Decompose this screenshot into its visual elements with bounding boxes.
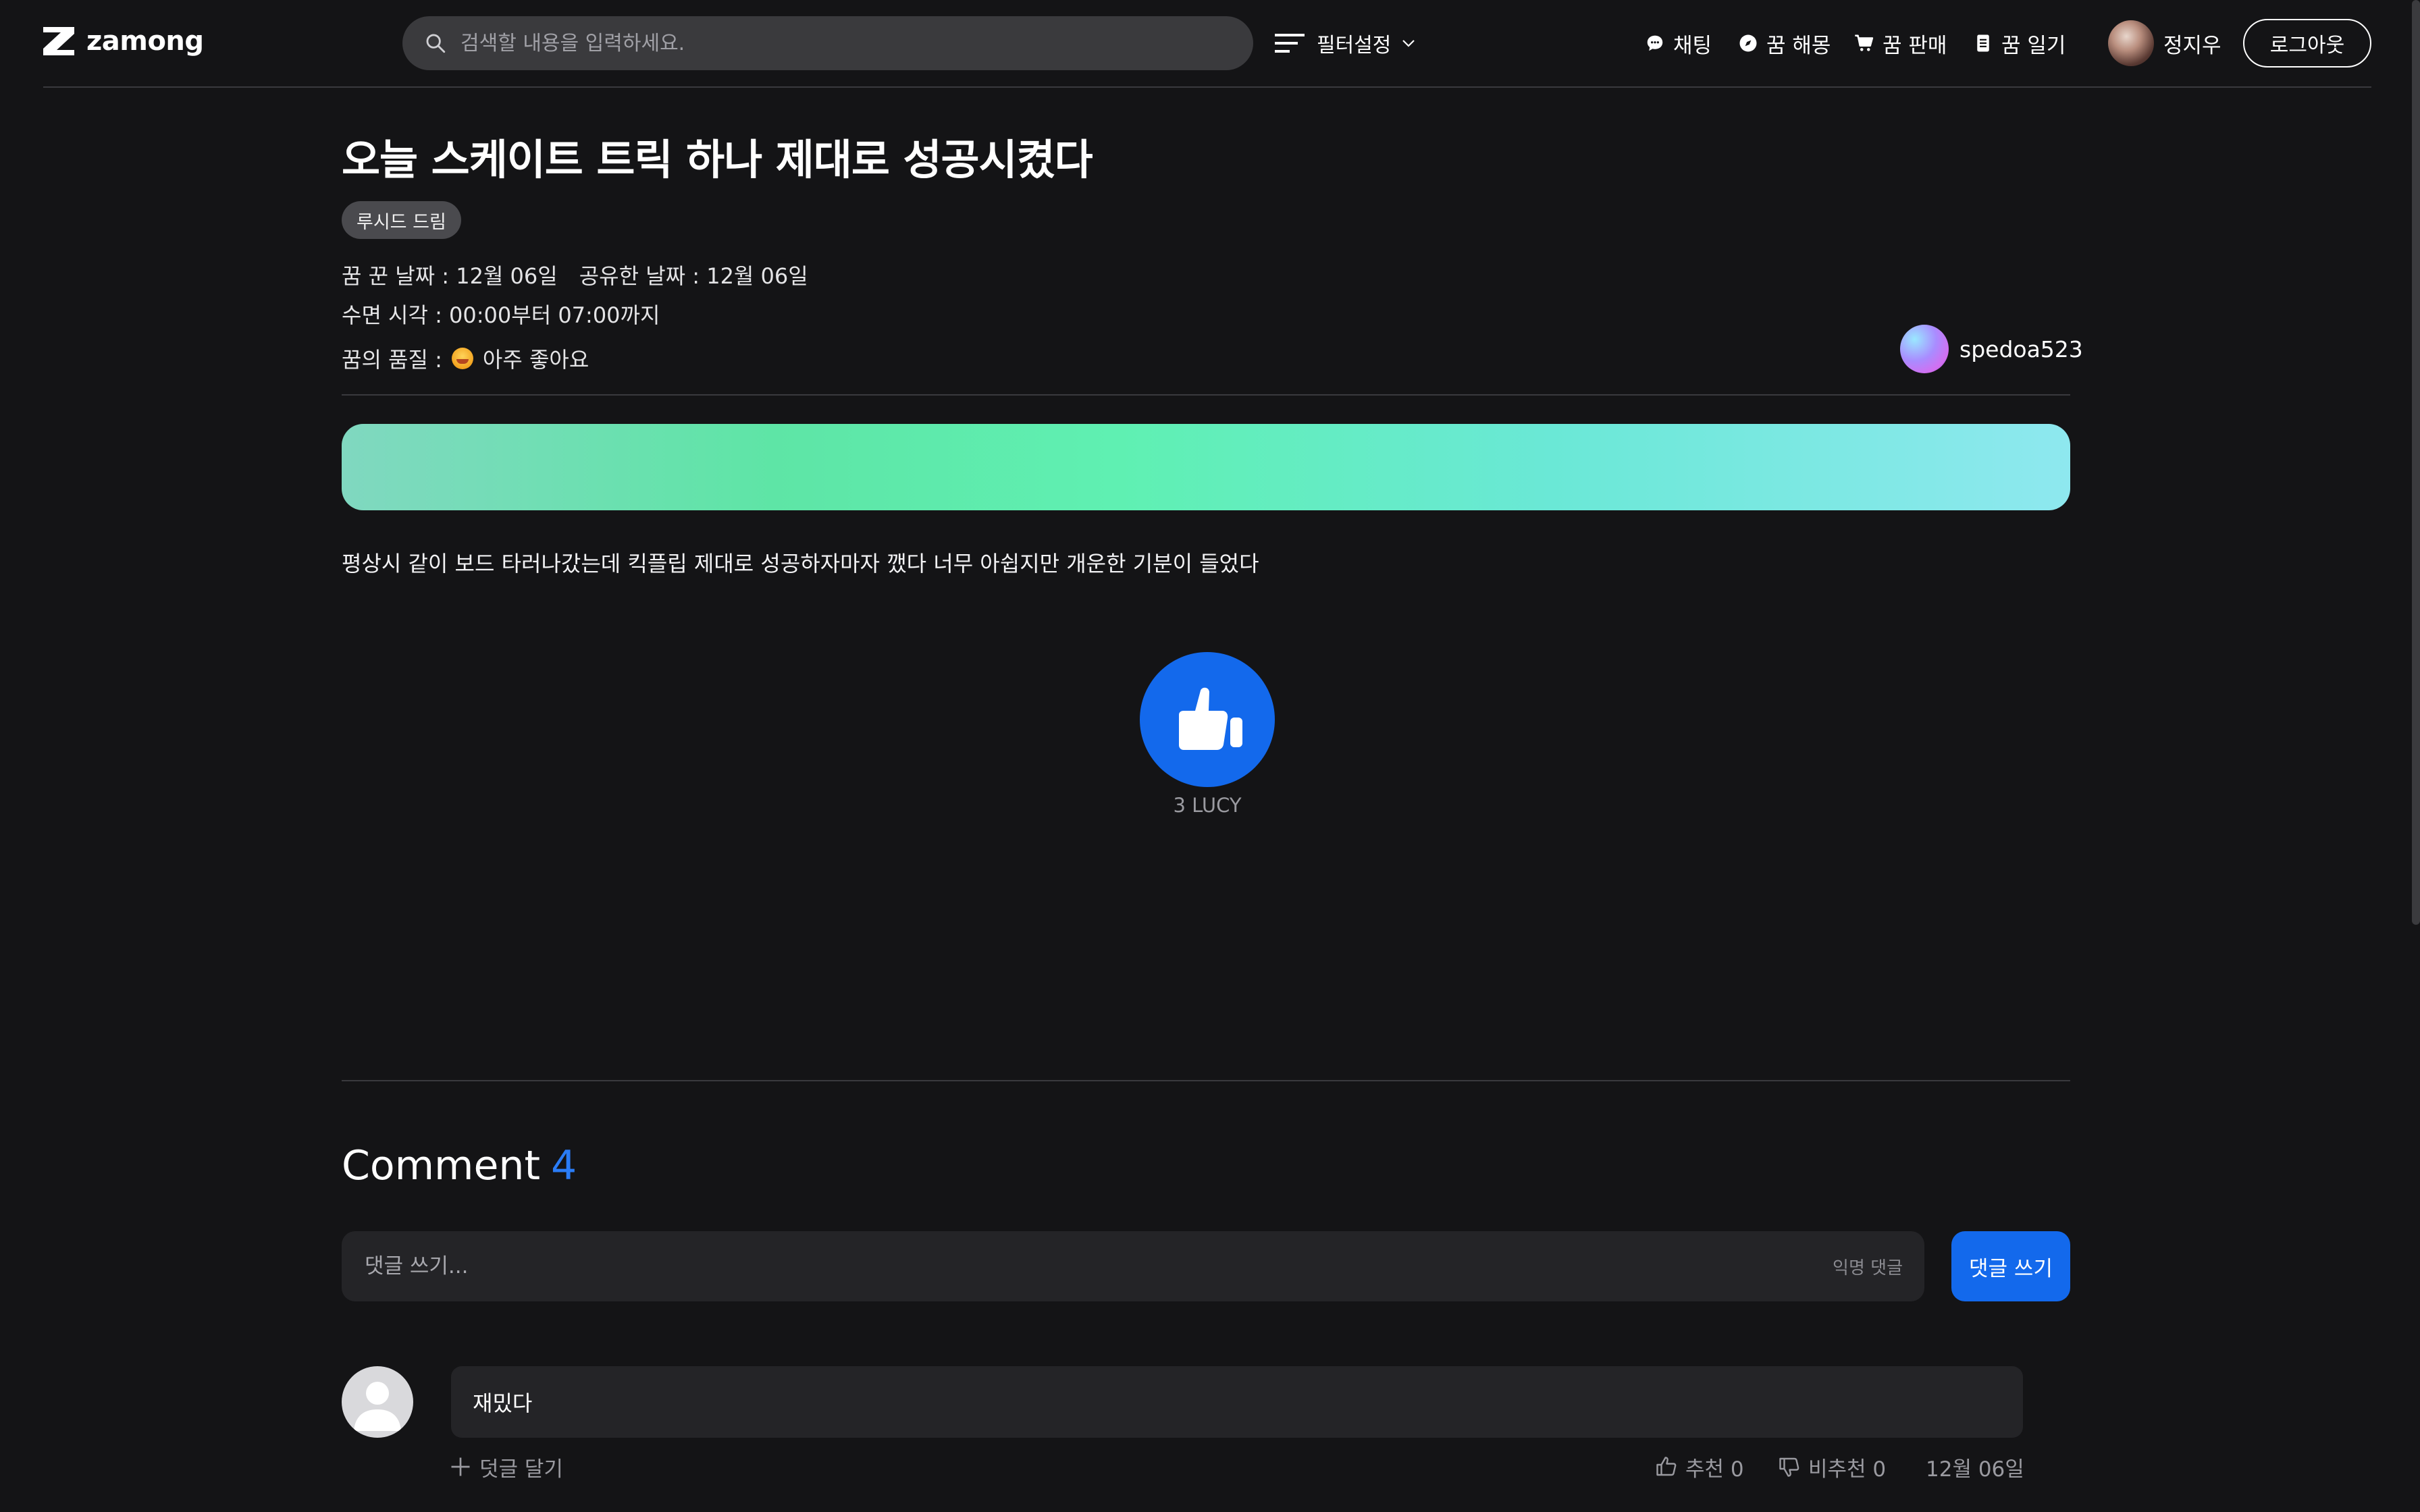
user-name: 정지우 — [2163, 33, 2221, 58]
upvote-count: 추천 0 — [1685, 1457, 1744, 1482]
logout-button[interactable]: 로그아웃 — [2243, 19, 2371, 68]
nav-chat[interactable]: 채팅 — [1645, 27, 1712, 59]
dream-tag[interactable]: 루시드 드림 — [342, 201, 461, 239]
comment-input[interactable] — [363, 1253, 1833, 1279]
quality-label: 꿈의 품질 : — [342, 347, 442, 373]
nav-sale-label: 꿈 판매 — [1883, 33, 1947, 58]
search-input[interactable] — [459, 30, 1253, 56]
content-divider — [342, 1080, 2070, 1081]
author-name: spedoa523 — [1959, 335, 2083, 362]
smile-emoji-icon — [451, 348, 473, 369]
author-avatar — [1900, 325, 1949, 373]
submit-comment-button[interactable]: 댓글 쓰기 — [1951, 1231, 2070, 1301]
filter-lines-icon — [1275, 34, 1305, 53]
nav-dream-diary[interactable]: 꿈 일기 — [1973, 27, 2066, 59]
logo[interactable]: zamong — [42, 24, 204, 58]
nav-dream-sale[interactable]: 꿈 판매 — [1854, 27, 1947, 59]
comment-input-box[interactable]: 익명 댓글 — [342, 1231, 1924, 1301]
thumbs-up-icon — [1179, 687, 1242, 750]
comment-heading: Comment 4 — [342, 1142, 577, 1189]
search-bar[interactable] — [402, 16, 1253, 70]
compass-icon — [1739, 34, 1757, 52]
search-icon — [426, 34, 446, 53]
user-profile[interactable]: 정지우 — [2108, 19, 2221, 68]
nav-chat-label: 채팅 — [1673, 33, 1712, 58]
filter-button[interactable]: 필터설정 — [1273, 27, 1417, 59]
chevron-down-icon — [1402, 40, 1415, 47]
reply-button[interactable]: 덧글 달기 — [448, 1450, 563, 1484]
default-user-icon — [354, 1382, 401, 1431]
post-body: 평상시 같이 보드 타러나갔는데 킥플립 제대로 성공하자마자 깼다 너무 아쉽… — [342, 551, 1259, 576]
logo-text: zamong — [86, 26, 204, 57]
logo-mark-icon — [43, 27, 74, 55]
comment-text: 재밌다 — [451, 1366, 2023, 1438]
upvote-button[interactable]: 추천 0 — [1654, 1450, 1744, 1484]
commenter-avatar — [342, 1366, 413, 1438]
post-author[interactable]: spedoa523 — [1900, 324, 2083, 374]
comment-date: 12월 06일 — [1926, 1457, 2024, 1482]
dream-quality: 꿈의 품질 : 아주 좋아요 — [342, 343, 589, 374]
post-dates: 꿈 꾼 날짜 : 12월 06일 공유한 날짜 : 12월 06일 — [342, 259, 808, 290]
plus-icon — [451, 1457, 470, 1476]
nav-diary-label: 꿈 일기 — [2001, 33, 2066, 58]
dream-date: 꿈 꾼 날짜 : 12월 06일 — [342, 263, 558, 289]
diary-icon — [1977, 34, 1989, 52]
thumbs-down-outline-icon — [1779, 1457, 1799, 1477]
user-avatar — [2108, 20, 2154, 66]
anonymous-comment-toggle[interactable]: 익명 댓글 — [1833, 1254, 1903, 1279]
share-date: 공유한 날짜 : 12월 06일 — [579, 263, 808, 289]
scrollbar[interactable] — [2412, 0, 2420, 925]
comment-count: 4 — [550, 1142, 577, 1189]
filter-label: 필터설정 — [1317, 34, 1392, 57]
downvote-count: 비추천 0 — [1808, 1457, 1887, 1482]
comment-heading-label: Comment — [342, 1142, 540, 1189]
chat-icon — [1647, 35, 1663, 51]
nav-interpretation-label: 꿈 해몽 — [1766, 33, 1831, 58]
cart-icon — [1855, 34, 1874, 51]
post-title: 오늘 스케이트 트릭 하나 제대로 성공시켰다 — [342, 135, 1093, 184]
like-button[interactable] — [1140, 652, 1275, 787]
like-count: 3 LUCY — [1173, 794, 1242, 817]
thumbs-up-outline-icon — [1656, 1457, 1677, 1476]
nav-dream-interpretation[interactable]: 꿈 해몽 — [1738, 27, 1831, 59]
dream-banner-image — [342, 424, 2070, 510]
sleep-time: 수면 시각 : 00:00부터 07:00까지 — [342, 302, 660, 328]
reply-label: 덧글 달기 — [479, 1457, 563, 1482]
header-divider — [43, 86, 2371, 88]
downvote-button[interactable]: 비추천 0 — [1777, 1450, 1886, 1484]
quality-value: 아주 좋아요 — [482, 347, 589, 373]
meta-divider — [342, 394, 2070, 396]
